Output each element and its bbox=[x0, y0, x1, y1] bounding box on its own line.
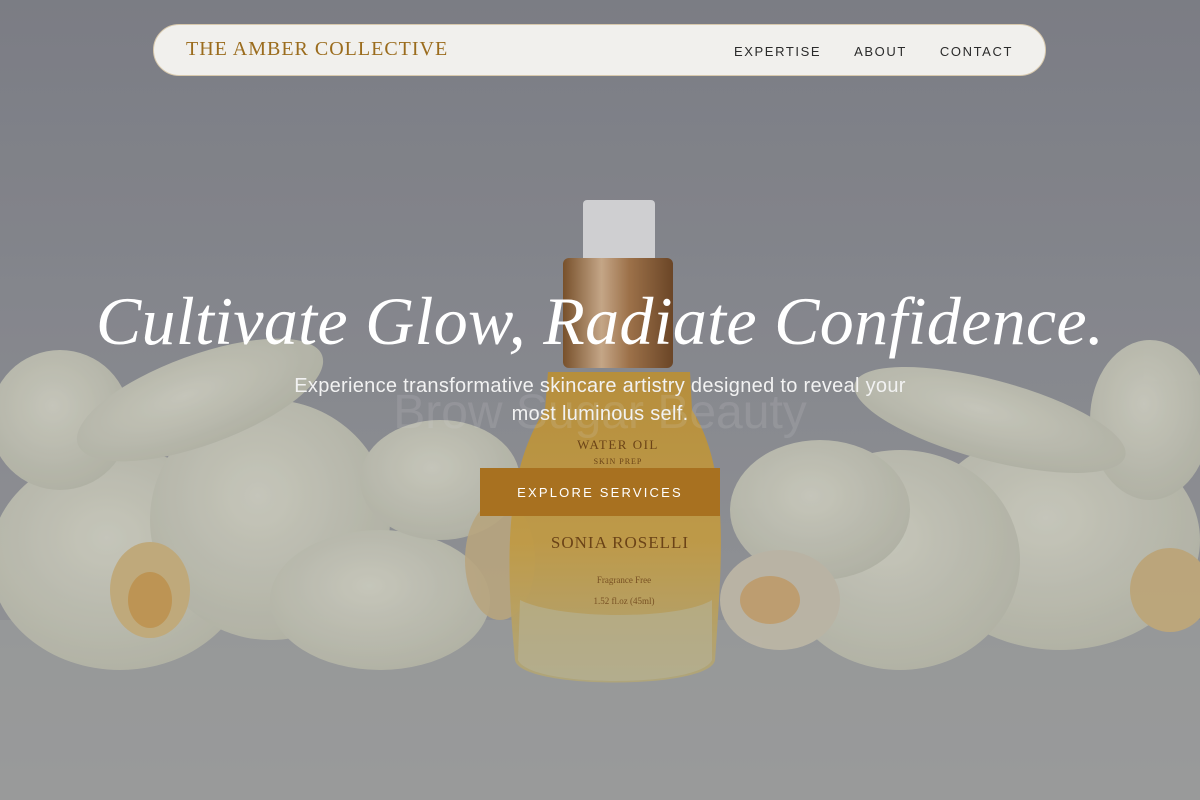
hero-section: WATER OIL SKIN PREP SONIA ROSELLI Fragra… bbox=[0, 0, 1200, 800]
nav-link-expertise[interactable]: EXPERTISE bbox=[734, 44, 821, 59]
nav-links: EXPERTISE ABOUT CONTACT bbox=[701, 25, 1013, 77]
explore-services-button[interactable]: EXPLORE SERVICES bbox=[480, 468, 720, 516]
hero-headline: Cultivate Glow, Radiate Confidence. bbox=[95, 283, 1105, 359]
hero-subtitle: Experience transformative skincare artis… bbox=[294, 375, 906, 425]
nav-link-about[interactable]: ABOUT bbox=[854, 44, 907, 59]
brand-logo-text[interactable]: THE AMBER COLLECTIVE bbox=[186, 38, 448, 61]
nav-link-contact[interactable]: CONTACT bbox=[940, 44, 1013, 59]
top-nav-bar: THE AMBER COLLECTIVE EXPERTISE ABOUT CON… bbox=[153, 24, 1046, 76]
